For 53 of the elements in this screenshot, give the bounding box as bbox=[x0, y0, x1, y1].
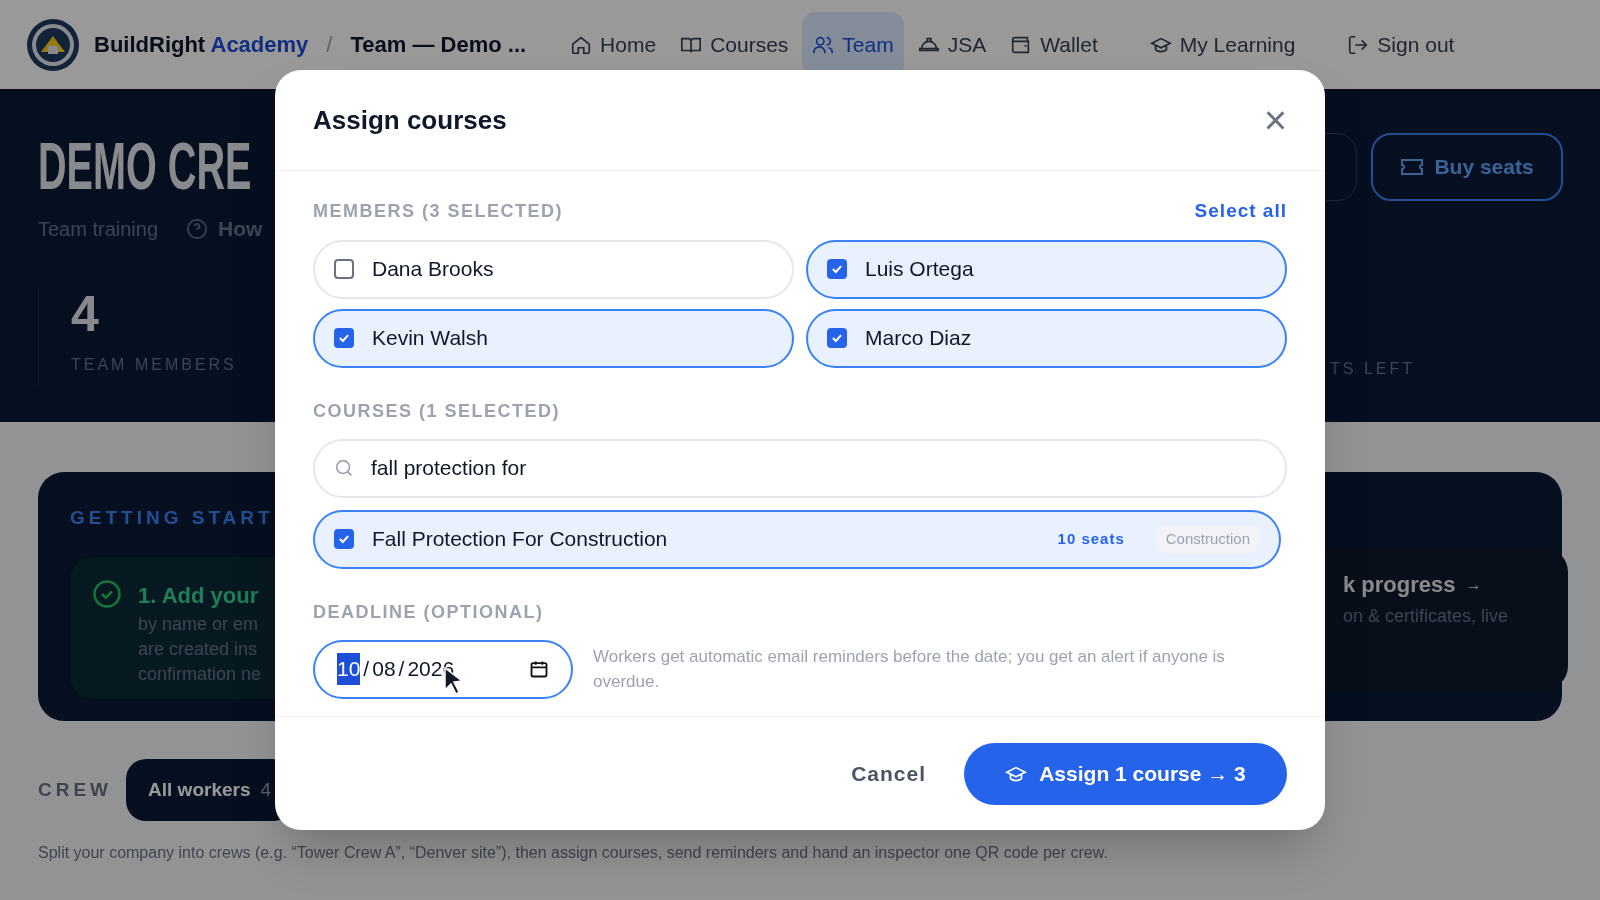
member-option[interactable]: Marco Diaz bbox=[806, 308, 1287, 368]
crew-label: CREW bbox=[38, 777, 113, 802]
crew-title: DEMO CRE bbox=[38, 133, 252, 199]
member-name: Kevin Walsh bbox=[372, 325, 488, 352]
brand-name[interactable]: BuildRight Academy bbox=[94, 28, 309, 61]
checkbox[interactable] bbox=[334, 529, 354, 549]
help-icon bbox=[186, 217, 209, 240]
step-text: on & certificates, live bbox=[1343, 605, 1510, 628]
crew-note: Split your company into crews (e.g. “Tower Crew A”, “Denver site”), then assign courses, send reminders and hand an inspector one QR code per crew. bbox=[37, 843, 1109, 863]
sign-out-icon bbox=[1347, 33, 1370, 56]
member-name: Dana Brooks bbox=[372, 256, 494, 283]
date-separator: / bbox=[363, 656, 370, 683]
arrow-icon: → bbox=[1465, 572, 1482, 597]
checkbox[interactable] bbox=[334, 259, 354, 279]
checkbox[interactable] bbox=[827, 259, 847, 279]
course-name: Fall Protection For Construction bbox=[372, 526, 669, 553]
nav-link[interactable]: My Learning bbox=[1139, 11, 1306, 78]
nav-link[interactable]: Sign out bbox=[1337, 11, 1465, 78]
deadline-help-text: Workers get automatic email reminders before the date; you get an alert if anyone is overdue. bbox=[593, 646, 1226, 693]
close-button[interactable]: × bbox=[1263, 100, 1287, 140]
nav-link[interactable]: JSA bbox=[907, 11, 997, 78]
checkbox[interactable] bbox=[334, 328, 354, 348]
seat-count: 10 seats bbox=[1057, 528, 1125, 549]
breadcrumb-separator: / bbox=[326, 31, 333, 59]
cancel-button[interactable]: Cancel bbox=[851, 757, 926, 790]
section-label: COURSES (1 SELECTED) bbox=[313, 399, 562, 423]
category-tag: Construction bbox=[1156, 524, 1259, 554]
logo-icon[interactable] bbox=[26, 17, 80, 72]
member-name: Luis Ortega bbox=[865, 256, 974, 283]
member-option[interactable]: Kevin Walsh bbox=[313, 308, 794, 368]
section-label: DEADLINE (OPTIONAL) bbox=[313, 600, 545, 624]
course-search-field[interactable]: fall protection for bbox=[313, 438, 1287, 498]
assign-button[interactable]: Assign 1 course → 3 bbox=[964, 742, 1287, 805]
date-separator: / bbox=[398, 656, 405, 683]
dialog-title: Assign courses bbox=[313, 103, 507, 137]
member-name: Marco Diaz bbox=[865, 325, 972, 352]
section-label: MEMBERS (3 SELECTED) bbox=[313, 199, 564, 223]
date-segment[interactable]: 08 bbox=[372, 653, 396, 685]
member-option[interactable]: Luis Ortega bbox=[806, 239, 1287, 299]
step-title: k progress bbox=[1343, 571, 1456, 599]
nav-link[interactable]: Wallet bbox=[1000, 11, 1108, 78]
nav-link[interactable]: Courses bbox=[670, 11, 799, 78]
section-title: GETTING START bbox=[70, 506, 275, 530]
checkbox[interactable] bbox=[827, 328, 847, 348]
ticket-icon bbox=[1400, 156, 1425, 178]
date-segment[interactable]: 10 bbox=[337, 653, 361, 685]
calendar-icon[interactable] bbox=[529, 659, 549, 679]
course-option[interactable]: Fall Protection For Construction 10 seats Construction bbox=[313, 509, 1281, 569]
nav-link[interactable]: Home bbox=[560, 11, 667, 78]
page-title: Team — Demo ... bbox=[350, 31, 527, 59]
select-all-link[interactable]: Select all bbox=[1194, 197, 1287, 226]
step-title: 1. Add your bbox=[138, 581, 260, 610]
stat-value: 4 bbox=[71, 288, 99, 339]
